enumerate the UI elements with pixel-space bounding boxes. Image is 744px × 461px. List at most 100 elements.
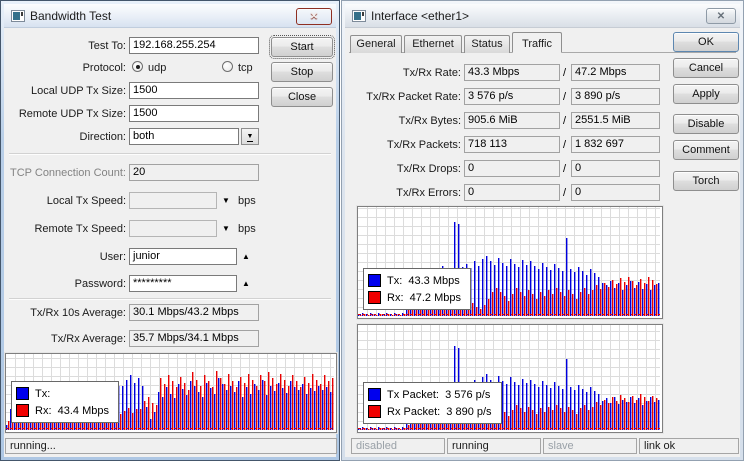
protocol-udp-radio[interactable] <box>132 61 143 72</box>
rx-legend-swatch <box>368 291 381 304</box>
slash-separator: / <box>563 187 567 199</box>
txrx-rate-label: Tx/Rx Rate: <box>402 67 461 79</box>
bandwidth-traffic-graph: Tx: Rx: 43.4 Mbps <box>5 353 337 433</box>
txrx-drops-label: Tx/Rx Drops: <box>396 163 461 175</box>
tx-packets-value: 718 113 <box>464 136 560 153</box>
slash-separator: / <box>563 91 567 103</box>
tcp-connection-count-label: TCP Connection Count: <box>10 167 126 179</box>
remote-tx-speed-input <box>129 220 217 237</box>
graph-legend: Tx Packet: 3 576 p/s Rx Packet: 3 890 p/… <box>363 382 502 424</box>
remote-udp-tx-size-label: Remote UDP Tx Size: <box>18 108 126 120</box>
status-slave: slave <box>543 438 637 454</box>
txrx-average-value: 35.7 Mbps/34.1 Mbps <box>129 330 259 347</box>
rx-legend-label: Rx: 43.4 Mbps <box>35 404 109 417</box>
rx-legend-swatch <box>16 404 29 417</box>
close-icon[interactable]: ✕ <box>296 8 332 25</box>
status-bar: running... <box>5 438 337 454</box>
chevron-down-icon: ▼ <box>222 196 230 205</box>
user-input[interactable]: junior <box>129 248 237 265</box>
titlebar[interactable]: Bandwidth Test ✕ <box>4 4 336 28</box>
start-button[interactable]: Start <box>269 35 335 59</box>
graph-legend: Tx: 43.3 Mbps Rx: 47.2 Mbps <box>363 268 471 310</box>
txrx-packet-rate-label: Tx/Rx Packet Rate: <box>366 91 461 103</box>
collapse-up-icon[interactable]: ▲ <box>242 252 250 261</box>
protocol-udp-label: udp <box>148 62 167 74</box>
password-input[interactable]: ********* <box>129 275 237 292</box>
direction-select[interactable]: both <box>129 128 239 145</box>
protocol-tcp-radio[interactable] <box>222 61 233 72</box>
rx-rate-value: 47.2 Mbps <box>571 64 660 81</box>
bandwidth-test-window: Bandwidth Test ✕ Test To: 192.168.255.25… <box>0 0 340 461</box>
txrx-errors-label: Tx/Rx Errors: <box>396 187 461 199</box>
tx-errors-value: 0 <box>464 184 560 201</box>
close-icon[interactable]: ✕ <box>706 8 736 24</box>
rx-packet-legend-swatch <box>368 405 381 418</box>
close-button[interactable]: Close <box>271 87 333 107</box>
status-disabled: disabled <box>351 438 445 454</box>
remote-tx-speed-unit: bps <box>238 223 256 235</box>
slash-separator: / <box>563 139 567 151</box>
tab-traffic[interactable]: Traffic <box>512 32 562 53</box>
local-udp-tx-size-label: Local UDP Tx Size: <box>31 85 126 97</box>
tx-legend-label: Tx: 43.3 Mbps <box>387 274 460 287</box>
rx-packet-rate-value: 3 890 p/s <box>571 88 660 105</box>
cancel-button[interactable]: Cancel <box>673 58 739 78</box>
interface-ether1-window: Interface <ether1> ✕ General Ethernet St… <box>341 0 744 461</box>
graph-legend: Tx: Rx: 43.4 Mbps <box>11 381 119 423</box>
torch-button[interactable]: Torch <box>673 171 739 191</box>
titlebar[interactable]: Interface <ether1> ✕ <box>345 4 740 28</box>
protocol-tcp-label: tcp <box>238 62 253 74</box>
tab-general[interactable]: General <box>350 35 402 53</box>
txrx-average-label: Tx/Rx Average: <box>51 333 126 345</box>
packet-traffic-graph: Tx Packet: 3 576 p/s Rx Packet: 3 890 p/… <box>357 324 663 433</box>
window-title: Bandwidth Test <box>30 9 112 23</box>
tx-packet-legend-label: Tx Packet: 3 576 p/s <box>387 388 491 401</box>
apply-button[interactable]: Apply <box>673 84 739 104</box>
rx-errors-value: 0 <box>571 184 660 201</box>
rx-packets-value: 1 832 697 <box>571 136 660 153</box>
tcp-connection-count-field: 20 <box>129 164 259 181</box>
protocol-label: Protocol: <box>82 62 126 74</box>
local-tx-speed-label: Local Tx Speed: <box>46 195 126 207</box>
tx-rate-value: 43.3 Mbps <box>464 64 560 81</box>
separator <box>9 153 331 155</box>
remote-udp-tx-size-input[interactable]: 1500 <box>129 105 259 122</box>
tx-packet-rate-value: 3 576 p/s <box>464 88 560 105</box>
txrx-10s-average-label: Tx/Rx 10s Average: <box>30 307 126 319</box>
status-link-ok: link ok <box>639 438 739 454</box>
tx-bytes-value: 905.6 MiB <box>464 112 560 129</box>
rx-bytes-value: 2551.5 MiB <box>571 112 660 129</box>
window-title: Interface <ether1> <box>371 9 470 23</box>
tab-status[interactable]: Status <box>464 35 510 53</box>
test-to-label: Test To: <box>88 40 126 52</box>
direction-label: Direction: <box>79 131 126 143</box>
user-label: User: <box>99 251 126 263</box>
slash-separator: / <box>563 67 567 79</box>
dropdown-arrow-icon: ▼ <box>246 133 254 142</box>
local-tx-speed-input <box>129 192 217 209</box>
remote-tx-speed-label: Remote Tx Speed: <box>34 223 126 235</box>
collapse-up-icon[interactable]: ▲ <box>242 279 250 288</box>
test-to-input[interactable]: 192.168.255.254 <box>129 37 259 54</box>
direction-dropdown-button[interactable]: ▼ <box>241 128 259 145</box>
slash-separator: / <box>563 115 567 127</box>
comment-button[interactable]: Comment <box>673 140 739 160</box>
status-running: running <box>447 438 541 454</box>
local-udp-tx-size-input[interactable]: 1500 <box>129 82 259 99</box>
rate-traffic-graph: Tx: 43.3 Mbps Rx: 47.2 Mbps <box>357 206 663 319</box>
app-window-icon <box>352 10 366 22</box>
disable-button[interactable]: Disable <box>673 114 739 134</box>
password-label: Password: <box>74 278 126 290</box>
stop-button[interactable]: Stop <box>271 62 333 82</box>
txrx-packets-label: Tx/Rx Packets: <box>387 139 461 151</box>
ok-button[interactable]: OK <box>673 32 739 52</box>
tab-ethernet[interactable]: Ethernet <box>404 35 462 53</box>
tx-drops-value: 0 <box>464 160 560 177</box>
tx-legend-label: Tx: <box>35 387 51 400</box>
tx-legend-swatch <box>368 274 381 287</box>
tx-packet-legend-swatch <box>368 388 381 401</box>
app-window-icon <box>11 10 25 22</box>
local-tx-speed-unit: bps <box>238 195 256 207</box>
tx-legend-swatch <box>16 387 29 400</box>
rx-drops-value: 0 <box>571 160 660 177</box>
